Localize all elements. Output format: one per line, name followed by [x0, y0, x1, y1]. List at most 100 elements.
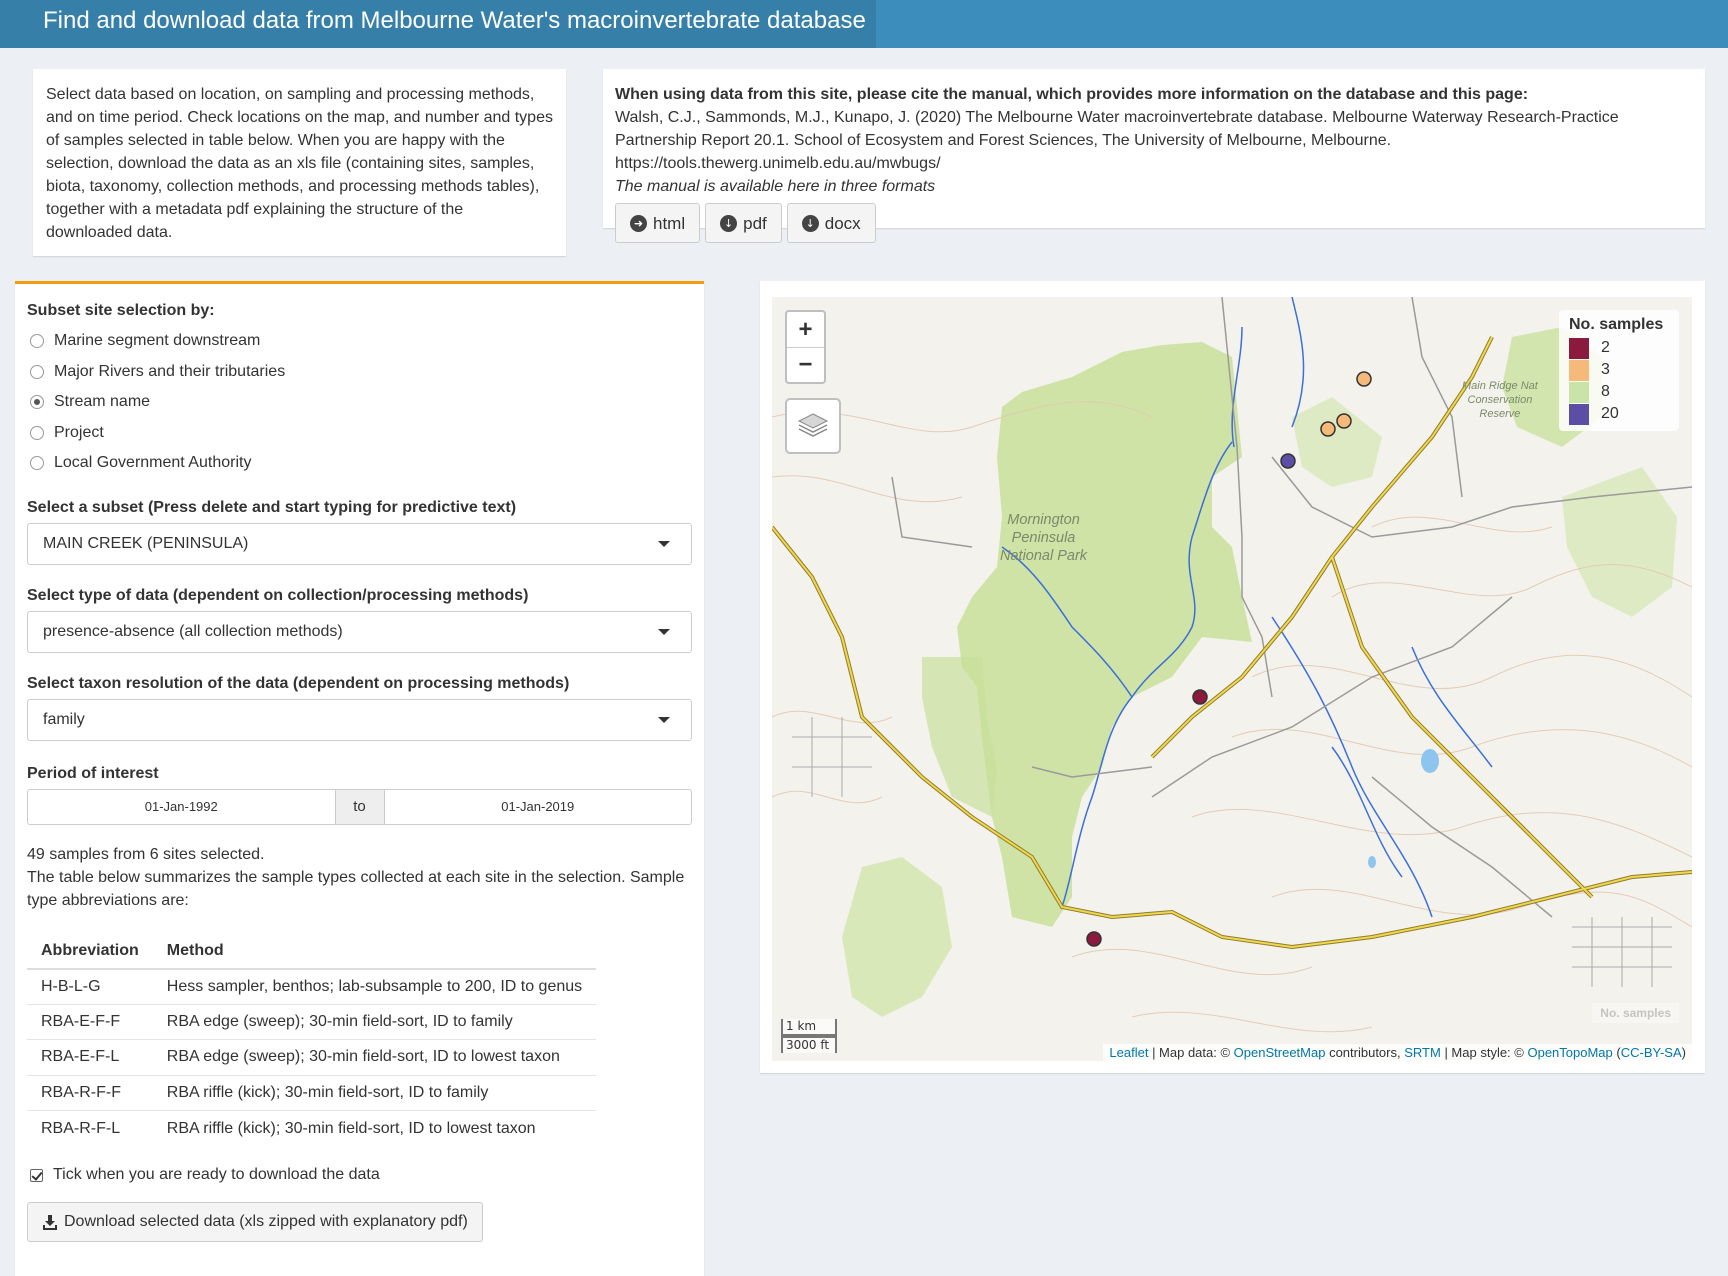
reserve-label: Main Ridge Nat Conservation Reserve	[1462, 379, 1538, 421]
attribution-text: contributors,	[1325, 1045, 1405, 1060]
caret-down-icon	[658, 716, 670, 723]
site-map[interactable]: Mornington Peninsula National Park Main …	[772, 297, 1692, 1061]
method-cell: RBA riffle (kick); 30-min field-sort, ID…	[152, 1074, 597, 1111]
data-type-select[interactable]: presence-absence (all collection methods…	[27, 610, 692, 653]
legend-swatch	[1569, 359, 1589, 381]
radio-project[interactable]: Project	[27, 418, 692, 449]
selection-count: 49 samples from 6 sites selected.	[27, 845, 265, 863]
method-cell: RBA edge (sweep); 30-min field-sort, ID …	[152, 1003, 597, 1040]
site-marker	[1320, 421, 1336, 437]
citation-box: When using data from this site, please c…	[603, 69, 1705, 243]
manual-html-button[interactable]: ➜ html	[615, 203, 701, 243]
radio-button[interactable]	[30, 334, 44, 349]
zoom-in-button[interactable]: +	[787, 312, 824, 347]
caret-down-icon	[658, 628, 670, 635]
radio-local-government[interactable]: Local Government Authority	[27, 448, 692, 479]
topographic-map	[772, 297, 1692, 1061]
site-marker	[1336, 413, 1352, 429]
legend-title: No. samples	[1569, 316, 1664, 333]
abbreviation-cell: H-B-L-G	[27, 968, 153, 1004]
radio-button[interactable]	[30, 364, 44, 379]
subset-select[interactable]: MAIN CREEK (PENINSULA)	[27, 522, 692, 565]
zoom-control: + −	[785, 310, 826, 384]
manual-docx-label: docx	[824, 213, 861, 233]
map-attribution: Leaflet | Map data: © OpenStreetMap cont…	[1103, 1044, 1692, 1061]
period-date-range: 01-Jan-1992 to 01-Jan-2019	[27, 788, 692, 825]
manual-html-label: html	[653, 213, 686, 233]
subset-select-value: MAIN CREEK (PENINSULA)	[43, 534, 249, 552]
scale-km: 1 km	[781, 1019, 837, 1036]
manual-pdf-label: pdf	[743, 213, 767, 233]
radio-major-rivers[interactable]: Major Rivers and their tributaries	[27, 357, 692, 388]
srtm-link[interactable]: SRTM	[1404, 1045, 1441, 1060]
column-header: Abbreviation	[27, 933, 153, 970]
osm-link[interactable]: OpenStreetMap	[1234, 1045, 1326, 1060]
attribution-text: )	[1681, 1045, 1686, 1060]
checkbox-checked[interactable]	[30, 1168, 43, 1182]
park-label: Mornington Peninsula National Park	[1000, 511, 1087, 565]
column-header: Method	[152, 933, 597, 970]
citation-heading: When using data from this site, please c…	[615, 86, 1529, 103]
abbreviation-cell: RBA-R-F-F	[27, 1074, 153, 1111]
download-icon	[43, 1215, 57, 1230]
table-row: RBA-R-F-F RBA riffle (kick); 30-min fiel…	[27, 1074, 597, 1111]
period-to-label: to	[334, 789, 385, 824]
method-cell: RBA edge (sweep); 30-min field-sort, ID …	[152, 1039, 597, 1075]
layers-icon	[797, 413, 829, 437]
radio-label: Stream name	[54, 393, 151, 411]
license-link[interactable]: CC-BY-SA	[1621, 1045, 1682, 1060]
opentopomap-link[interactable]: OpenTopoMap	[1527, 1045, 1612, 1060]
legend-item: 8	[1569, 381, 1669, 403]
ghost-legend: No. samples	[1592, 1003, 1679, 1023]
manual-pdf-button[interactable]: ↓ pdf	[705, 203, 782, 243]
download-data-button[interactable]: Download selected data (xls zipped with …	[27, 1202, 483, 1242]
legend-value: 2	[1601, 339, 1610, 356]
manual-docx-button[interactable]: ↓ docx	[786, 203, 876, 243]
abbreviation-cell: RBA-R-F-L	[27, 1110, 153, 1146]
attribution-text: (	[1612, 1045, 1621, 1060]
taxon-resolution-select[interactable]: family	[27, 698, 692, 741]
leaflet-link[interactable]: Leaflet	[1109, 1045, 1148, 1060]
radio-button[interactable]	[30, 456, 44, 471]
reserve-label-line: Conservation	[1467, 394, 1533, 406]
zoom-out-button[interactable]: −	[787, 347, 824, 382]
top-banner: Find and download data from Melbourne Wa…	[0, 0, 1728, 48]
radio-marine-segment[interactable]: Marine segment downstream	[27, 326, 692, 357]
data-type-label: Select type of data (dependent on collec…	[27, 586, 529, 604]
citation-reference: Walsh, C.J., Sammonds, M.J., Kunapo, J. …	[615, 109, 1619, 172]
manual-format-buttons: ➜ html ↓ pdf ↓ docx	[615, 203, 1693, 243]
reserve-label-line: Main Ridge Nat	[1462, 380, 1538, 392]
intro-text: Select data based on location, on sampli…	[46, 86, 553, 241]
abbreviation-cell: RBA-E-F-F	[27, 1003, 153, 1040]
reserve-label-line: Reserve	[1479, 408, 1521, 420]
site-marker	[1192, 689, 1208, 705]
legend-swatch	[1569, 337, 1589, 359]
download-button-label: Download selected data (xls zipped with …	[64, 1213, 468, 1230]
table-row: H-B-L-G Hess sampler, benthos; lab-subsa…	[27, 968, 597, 1004]
legend-item: 3	[1569, 359, 1669, 381]
subset-label: Subset site selection by:	[27, 302, 215, 319]
abbreviation-cell: RBA-E-F-L	[27, 1039, 153, 1075]
filter-panel: Subset site selection by: Marine segment…	[15, 281, 704, 1276]
period-end-input[interactable]: 01-Jan-2019	[385, 790, 692, 824]
map-panel: Mornington Peninsula National Park Main …	[760, 281, 1705, 1073]
taxon-resolution-value: family	[43, 710, 85, 728]
subset-radio-group: Marine segment downstream Major Rivers a…	[27, 326, 692, 479]
caret-down-icon	[658, 540, 670, 547]
scale-ft: 3000 ft	[781, 1036, 837, 1053]
selection-summary: 49 samples from 6 sites selected. The ta…	[27, 843, 692, 912]
data-type-value: presence-absence (all collection methods…	[43, 622, 343, 640]
radio-button[interactable]	[30, 425, 44, 440]
radio-label: Marine segment downstream	[54, 332, 261, 350]
layers-button[interactable]	[785, 398, 841, 454]
circle-arrow-down-icon: ↓	[720, 214, 738, 232]
period-start-input[interactable]: 01-Jan-1992	[28, 790, 335, 824]
table-row: RBA-E-F-L RBA edge (sweep); 30-min field…	[27, 1039, 597, 1075]
legend-value: 8	[1601, 383, 1610, 400]
radio-button-selected[interactable]	[30, 395, 44, 410]
abbreviation-table: Abbreviation Method H-B-L-G Hess sampler…	[27, 933, 597, 1146]
scale-bar: 1 km 3000 ft	[781, 1019, 837, 1053]
download-ready-checkbox[interactable]: Tick when you are ready to download the …	[27, 1166, 692, 1184]
radio-stream-name[interactable]: Stream name	[27, 387, 692, 418]
site-marker	[1280, 453, 1296, 469]
